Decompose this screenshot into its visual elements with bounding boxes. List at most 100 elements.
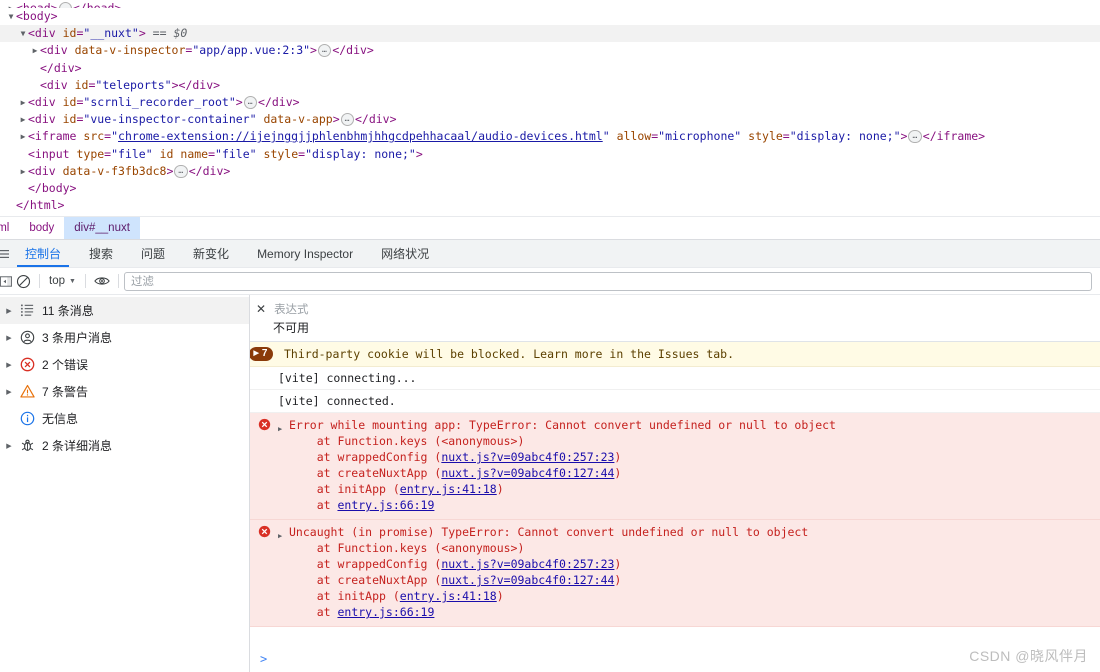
sidebar-item-label: 2 个错误 bbox=[42, 358, 89, 372]
console-message-0[interactable]: ▶ 7 Third-party cookie will be blocked. Le… bbox=[250, 342, 1100, 367]
message-gutter bbox=[250, 393, 278, 394]
sidebar-item-0[interactable]: ▶ 11 条消息 bbox=[0, 297, 249, 324]
execution-context-selector[interactable]: top ▼ bbox=[45, 275, 80, 287]
stack-frame-link[interactable]: nuxt.js?v=09abc4f0:127:44 bbox=[441, 573, 614, 587]
dom-node-line[interactable]: <div id="scrnli_recorder_root">…</div> bbox=[0, 94, 1100, 111]
stack-frame-text: at createNuxtApp ( bbox=[289, 573, 442, 587]
stack-frame-link[interactable]: nuxt.js?v=09abc4f0:127:44 bbox=[441, 466, 614, 480]
sidebar-item-3[interactable]: ▶ 7 条警告 bbox=[0, 378, 249, 405]
dom-node-line[interactable]: <div id="teleports"></div> bbox=[0, 77, 1100, 94]
console-message-list[interactable]: ▶ 7 Third-party cookie will be blocked. Le… bbox=[250, 342, 1100, 646]
dom-node-line[interactable]: <div data-v-f3fb3dc8>…</div> bbox=[0, 163, 1100, 180]
tab-问题[interactable]: 问题 bbox=[127, 240, 179, 267]
dom-expand-triangle-icon[interactable] bbox=[18, 163, 28, 180]
collapsed-children-ellipsis-icon[interactable]: … bbox=[243, 95, 258, 109]
more-tabs-icon[interactable] bbox=[0, 240, 11, 267]
collapsed-children-ellipsis-icon[interactable]: … bbox=[317, 44, 332, 58]
dom-expand-triangle-icon[interactable] bbox=[18, 111, 28, 128]
stack-frame-link[interactable]: nuxt.js?v=09abc4f0:257:23 bbox=[441, 450, 614, 464]
breadcrumb-item-2[interactable]: div#__nuxt bbox=[64, 217, 140, 239]
dom-node-line[interactable]: <body> bbox=[0, 8, 1100, 25]
sidebar-item-5[interactable]: ▶ 2 条详细消息 bbox=[0, 432, 249, 459]
close-icon[interactable]: ✕ bbox=[256, 303, 266, 315]
clear-console-icon[interactable] bbox=[12, 270, 34, 292]
info-icon bbox=[16, 411, 38, 426]
dom-node-text: "file" bbox=[111, 146, 153, 161]
error-body: Uncaught (in promise) TypeError: Cannot … bbox=[289, 524, 1100, 620]
dom-node-text: </html> bbox=[16, 198, 65, 213]
dom-node-line[interactable]: <div id="vue-inspector-container" data-v… bbox=[0, 111, 1100, 128]
console-message-4[interactable]: ▶ Uncaught (in promise) TypeError: Cannot… bbox=[250, 520, 1100, 627]
message-text: [vite] connected. bbox=[278, 394, 396, 408]
dom-node-text: <body> bbox=[16, 9, 58, 23]
dom-node-line[interactable]: <div data-v-inspector="app/app.vue:2:3">… bbox=[0, 42, 1100, 59]
dom-node-text: style bbox=[263, 146, 299, 161]
stack-frame-link[interactable]: entry.js:41:18 bbox=[400, 482, 497, 496]
console-sidebar[interactable]: ▶ 11 条消息 ▶ 3 条用户消息 ▶ 2 个错误 ▶ 7 条警告 无信息 ▶ 2 条详细消息 bbox=[0, 295, 250, 672]
chevron-down-icon: ▼ bbox=[69, 277, 76, 285]
stack-frame-link[interactable]: entry.js:66:19 bbox=[337, 498, 434, 512]
dom-node-text: <head> bbox=[16, 1, 58, 8]
tab-控制台[interactable]: 控制台 bbox=[11, 240, 75, 267]
live-expression-eye-icon[interactable] bbox=[91, 270, 113, 292]
console-message-1[interactable]: [vite] connecting... bbox=[250, 367, 1100, 390]
live-expression-placeholder[interactable]: 表达式 bbox=[274, 301, 309, 317]
console-message-2[interactable]: [vite] connected. bbox=[250, 390, 1100, 413]
expand-triangle-icon: ▶ bbox=[253, 350, 259, 357]
dom-expand-triangle-icon[interactable] bbox=[18, 128, 28, 145]
dom-node-text: = bbox=[782, 129, 790, 144]
dom-node-line[interactable]: </div> bbox=[0, 60, 1100, 77]
breadcrumb-item-0[interactable]: tml bbox=[0, 217, 19, 239]
dom-node-line[interactable]: </html> bbox=[0, 197, 1100, 214]
sidebar-item-4[interactable]: 无信息 bbox=[0, 405, 249, 432]
dom-attribute-link[interactable]: chrome-extension://ijejnggjjphlenbhmjhhg… bbox=[118, 129, 603, 143]
tab-新变化[interactable]: 新变化 bbox=[179, 240, 243, 267]
tab-label: Memory Inspector bbox=[257, 246, 354, 261]
expand-triangle-icon[interactable]: ▶ bbox=[2, 442, 16, 450]
tab-搜索[interactable]: 搜索 bbox=[75, 240, 127, 267]
dom-expand-triangle-icon[interactable] bbox=[30, 42, 40, 59]
stack-frame-link[interactable]: entry.js:66:19 bbox=[337, 605, 434, 619]
stack-frame-3: at initApp (entry.js:41:18) bbox=[289, 481, 1100, 497]
stack-frame-4: at entry.js:66:19 bbox=[289, 497, 1100, 513]
sidebar-panel-icon[interactable] bbox=[0, 270, 12, 292]
breadcrumb-item-label: body bbox=[29, 222, 55, 234]
dom-node-line[interactable]: <div id="__nuxt"> == $0 bbox=[0, 25, 1100, 43]
collapsed-children-ellipsis-icon[interactable]: … bbox=[174, 164, 188, 178]
dom-node-text: </iframe> bbox=[922, 129, 986, 144]
tab-Memory Inspector[interactable]: Memory Inspector bbox=[243, 240, 367, 267]
dom-expand-triangle-icon[interactable] bbox=[6, 0, 16, 8]
breadcrumb-item-1[interactable]: body bbox=[19, 217, 64, 239]
dom-expand-triangle-icon[interactable] bbox=[18, 94, 28, 111]
expand-triangle-icon[interactable]: ▶ bbox=[278, 417, 289, 437]
stack-frame-1: at wrappedConfig (nuxt.js?v=09abc4f0:257… bbox=[289, 449, 1100, 465]
tab-网络状况[interactable]: 网络状况 bbox=[367, 240, 443, 267]
expand-triangle-icon[interactable]: ▶ bbox=[2, 307, 16, 315]
stack-frame-link[interactable]: entry.js:41:18 bbox=[400, 589, 497, 603]
expand-triangle-icon[interactable]: ▶ bbox=[2, 361, 16, 369]
sidebar-item-2[interactable]: ▶ 2 个错误 bbox=[0, 351, 249, 378]
dom-expand-triangle-icon[interactable] bbox=[6, 8, 16, 25]
console-filter-input[interactable]: 过滤 bbox=[123, 271, 1092, 291]
console-body: ▶ 11 条消息 ▶ 3 条用户消息 ▶ 2 个错误 ▶ 7 条警告 无信息 ▶ 2 条详细消息 ✕… bbox=[0, 295, 1100, 672]
toolbar-divider bbox=[39, 274, 40, 288]
dom-node-text: style bbox=[748, 129, 783, 144]
dom-node-text: allow bbox=[616, 129, 652, 144]
dom-node-line[interactable]: </body> bbox=[0, 180, 1100, 197]
elements-dom-tree[interactable]: <head>…</head><body> <div id="__nuxt"> ==… bbox=[0, 0, 1100, 216]
sidebar-item-1[interactable]: ▶ 3 条用户消息 bbox=[0, 324, 249, 351]
expand-triangle-icon[interactable]: ▶ bbox=[278, 524, 289, 544]
console-message-3[interactable]: ▶ Error while mounting app: TypeError: Ca… bbox=[250, 413, 1100, 520]
expand-triangle-icon[interactable]: ▶ bbox=[2, 334, 16, 342]
breadcrumb[interactable]: tml body div#__nuxt bbox=[0, 216, 1100, 239]
dom-node-line[interactable]: <iframe src = "chrome-extension://ijejnggj… bbox=[0, 128, 1100, 145]
expand-triangle-icon[interactable]: ▶ bbox=[2, 388, 16, 396]
dom-node-line[interactable]: <input type="file" id name="file" style=… bbox=[0, 146, 1100, 163]
dom-node-text: "display: none;" bbox=[305, 146, 416, 161]
dom-node-line[interactable]: <head>…</head> bbox=[0, 0, 1100, 8]
collapsed-children-ellipsis-icon[interactable]: … bbox=[908, 130, 922, 144]
dom-expand-triangle-icon[interactable] bbox=[18, 25, 28, 42]
collapsed-children-ellipsis-icon[interactable]: … bbox=[340, 113, 354, 127]
repeat-count-badge[interactable]: ▶ 7 bbox=[250, 347, 274, 361]
stack-frame-link[interactable]: nuxt.js?v=09abc4f0:257:23 bbox=[441, 557, 614, 571]
